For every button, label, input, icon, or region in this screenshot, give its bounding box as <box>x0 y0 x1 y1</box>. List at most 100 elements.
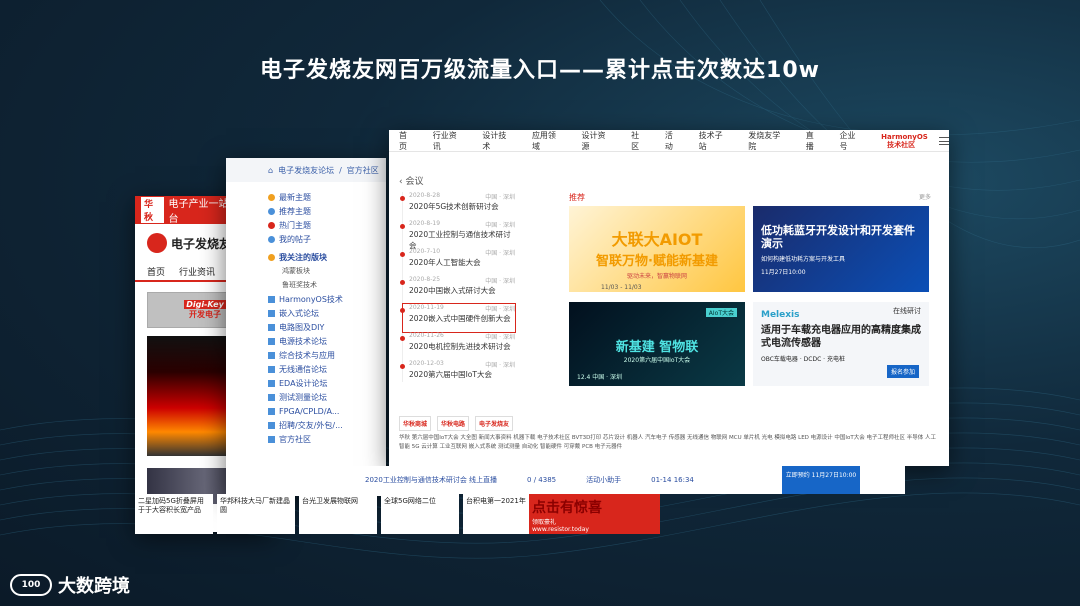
menu-item[interactable]: 最新主题 <box>268 190 364 204</box>
promo-tile-iot[interactable]: AIoT大会 新基建 智物联 2020第六届中国IoT大会 12.4 中国 · … <box>569 302 745 386</box>
forum-item[interactable]: FPGA/CPLD/A... <box>268 404 364 418</box>
fire-icon <box>268 221 275 229</box>
event-item[interactable]: 2020-8-19 中国 · 深圳 2020工业控制与通信技术研讨会 <box>400 220 515 250</box>
forum-item[interactable]: 招聘/交友/外包/... <box>268 418 364 432</box>
event-item[interactable]: 2020-7-10 中国 · 深圳 2020年人工智能大会 <box>400 248 515 276</box>
menu-item[interactable]: 推荐主题 <box>268 204 364 218</box>
slide-title: 电子发烧友网百万级流量入口——累计点击次数达10w <box>260 58 820 83</box>
forum-item[interactable]: 测试测量论坛 <box>268 390 364 404</box>
event-title: 2020嵌入式中国硬件创新大会 <box>409 314 511 323</box>
event-item-highlighted[interactable]: 2020-11-19 中国 · 深圳 2020嵌入式中国硬件创新大会 <box>400 303 516 333</box>
forum-label: 招聘/交友/外包/... <box>279 420 343 430</box>
ad-headline: 点击有惊喜 <box>532 500 602 516</box>
plus-icon <box>268 393 275 401</box>
nav-item[interactable]: 技术子站 <box>699 130 731 152</box>
logo-icon: 100 <box>10 574 52 596</box>
forum-item[interactable]: 官方社区 <box>268 432 364 446</box>
tile-heading: 适用于车载充电器应用的高精度集成式电流传感器 <box>761 325 921 349</box>
tile-tagline: 驱动未来，智赢物联网 <box>626 273 687 280</box>
forum-item[interactable]: EDA设计论坛 <box>268 376 364 390</box>
breadcrumb-item[interactable]: 官方社区 <box>347 165 379 176</box>
timeline-dot <box>400 364 405 369</box>
reserve-button[interactable]: 立即预约 11月27日10:00 <box>782 466 860 494</box>
nav-home[interactable]: 首页 <box>147 265 165 278</box>
nav-item[interactable]: 企业号 <box>839 130 863 152</box>
promo-tile-melexis[interactable]: Melexis 在线研讨 适用于车载充电器应用的高精度集成式电流传感器 OBC车… <box>753 302 929 386</box>
partner-logo[interactable]: 电子发烧友 <box>475 416 514 431</box>
nav-item[interactable]: 应用领域 <box>532 130 564 152</box>
forum-label: HarmonyOS技术 <box>279 294 343 304</box>
main-nav: 首页 行业资讯 设计技术 应用领域 设计资源 社区 活动 技术子站 发烧友学院 … <box>389 130 949 152</box>
tile-desc: 如何构建低功耗方案与开发工具 <box>761 256 846 263</box>
post-author[interactable]: 活动小助手 <box>586 475 621 485</box>
screenshot-main: 首页 行业资讯 设计技术 应用领域 设计资源 社区 活动 技术子站 发烧友学院 … <box>389 130 949 466</box>
harmonyos-badge[interactable]: HarmonyOS技术社区 <box>881 133 928 149</box>
partner-logo[interactable]: 华秋电路 <box>437 416 470 431</box>
screenshot-forum: ⌂ 电子发烧友论坛 / 官方社区 最新主题 推荐主题 热门主题 我的帖子 我关注… <box>226 158 386 496</box>
forum-item[interactable]: 无线通信论坛 <box>268 362 364 376</box>
user-icon <box>268 235 275 243</box>
forum-item[interactable]: HarmonyOS技术 <box>268 292 364 306</box>
ad-url: www.resistor.today <box>532 526 589 533</box>
menu-item[interactable]: 热门主题 <box>268 218 364 232</box>
forum-item[interactable]: 综合技术与应用 <box>268 348 364 362</box>
plus-icon <box>268 407 275 415</box>
event-item[interactable]: 2020-8-25 中国 · 深圳 2020中国嵌入式研讨大会 <box>400 276 515 304</box>
menu-icon[interactable] <box>939 136 949 145</box>
recommend-label: 推荐 <box>569 193 585 202</box>
post-time: 01-14 16:34 <box>651 476 694 484</box>
promo-tile-ble[interactable]: 低功耗蓝牙开发设计和开发套件演示 如何构建低功耗方案与开发工具 11月27日10… <box>753 206 929 292</box>
nav-item[interactable]: 社区 <box>631 130 647 152</box>
event-date: 2020-8-19 <box>409 220 441 227</box>
nav-item[interactable]: 设计资源 <box>582 130 614 152</box>
sub-item[interactable]: 鲁班奖技术 <box>268 278 364 292</box>
post-title[interactable]: 2020工业控制与通信技术研讨会 线上直播 <box>365 475 497 485</box>
plus-icon <box>268 435 275 443</box>
nav-news[interactable]: 行业资讯 <box>179 265 215 278</box>
event-list: 2020-8-28 中国 · 深圳 2020年5G技术创新研讨会 2020-8-19… <box>400 192 516 388</box>
news-card[interactable]: 华邦科技大马厂新建晶圆 <box>217 494 295 534</box>
event-item[interactable]: 2020-11-26 中国 · 深圳 2020电机控制先进技术研讨会 <box>400 332 515 360</box>
plus-icon <box>268 421 275 429</box>
event-date: 2020-11-19 <box>409 304 444 311</box>
promo-tile-aiot[interactable]: 大联大AIOT 智联万物·赋能新基建 驱动未来，智赢物联网 11/03 - 11… <box>569 206 745 292</box>
news-card[interactable]: 二星加码5G折叠屏用于于大容积长宽产品 <box>135 494 213 534</box>
tile-subheading: 智联万物·赋能新基建 <box>596 254 718 269</box>
nav-item[interactable]: 发烧友学院 <box>748 130 787 152</box>
news-card[interactable]: 全球5G网络二位 <box>381 494 459 534</box>
tile-heading: 低功耗蓝牙开发设计和开发套件演示 <box>761 224 915 250</box>
event-item[interactable]: 2020-12-03 中国 · 深圳 2020第六届中国IoT大会 <box>400 360 515 388</box>
nav-item[interactable]: 首页 <box>399 130 415 152</box>
plus-icon <box>268 337 275 345</box>
forum-item[interactable]: 嵌入式论坛 <box>268 306 364 320</box>
signup-button[interactable]: 报名参加 <box>886 365 919 378</box>
nav-item[interactable]: 行业资讯 <box>433 130 465 152</box>
news-card[interactable]: 台光卫发展物联网 <box>299 494 377 534</box>
event-title: 2020第六届中国IoT大会 <box>409 370 492 379</box>
plus-icon <box>268 323 275 331</box>
ad-text: 领取豪礼 <box>532 519 557 526</box>
tile-date: 11/03 - 11/03 <box>601 284 642 291</box>
nav-item[interactable]: 活动 <box>665 130 681 152</box>
forum-item[interactable]: 电路图及DIY <box>268 320 364 334</box>
forum-item[interactable]: 电源技术论坛 <box>268 334 364 348</box>
resistor-ad[interactable]: 点击有惊喜 领取豪礼 www.resistor.today <box>529 494 660 534</box>
nav-item[interactable]: 设计技术 <box>482 130 514 152</box>
timeline-dot <box>400 252 405 257</box>
plus-icon <box>268 295 275 303</box>
sub-item[interactable]: 鸿蒙板块 <box>268 264 364 278</box>
menu-label: 热门主题 <box>279 220 311 230</box>
plus-icon <box>268 351 275 359</box>
event-item[interactable]: 2020-8-28 中国 · 深圳 2020年5G技术创新研讨会 <box>400 192 515 220</box>
more-link[interactable]: 更多 <box>919 192 931 201</box>
menu-item[interactable]: 我的帖子 <box>268 232 364 246</box>
nav-item[interactable]: 直播 <box>806 130 822 152</box>
brand-name: 电子发烧友 <box>171 236 232 251</box>
breadcrumb-item[interactable]: 电子发烧友论坛 <box>278 165 334 176</box>
event-location: 中国 · 深圳 <box>485 222 515 229</box>
footer-links[interactable]: 华秋 第六届中国IoT大会 大全图 新闻大事资料 机器下载 电子技术社区 BVT… <box>399 434 939 452</box>
forum-label: 综合技术与应用 <box>279 350 335 360</box>
partner-logo[interactable]: 华秋商城 <box>399 416 432 431</box>
breadcrumb-sep: / <box>339 165 342 175</box>
forum-sidebar: 最新主题 推荐主题 热门主题 我的帖子 我关注的版块 鸿蒙板块 鲁班奖技术 Ha… <box>268 190 364 446</box>
